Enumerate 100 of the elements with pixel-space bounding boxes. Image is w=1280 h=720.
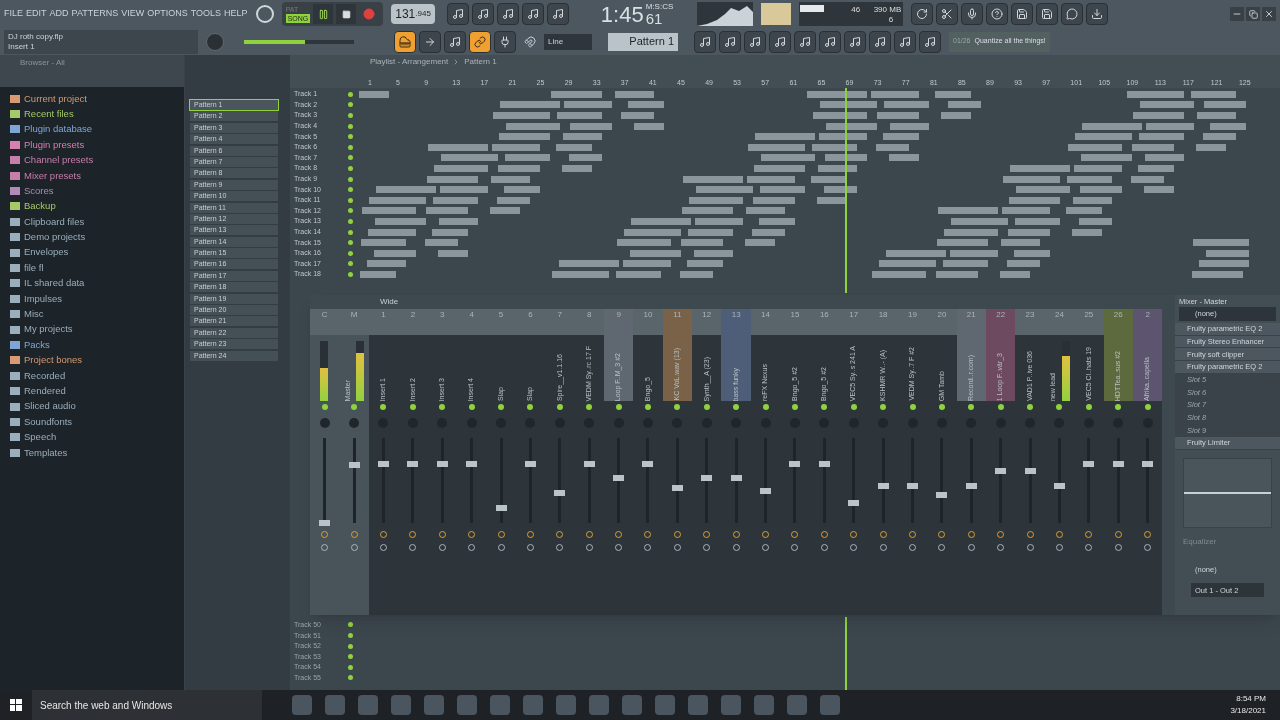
fader-handle[interactable]	[319, 520, 331, 526]
chat-icon[interactable]	[1061, 3, 1084, 25]
browser-item[interactable]: Templates	[24, 445, 68, 460]
fader-handle[interactable]	[936, 491, 948, 498]
fader-handle[interactable]	[965, 482, 977, 489]
fader-handle[interactable]	[995, 468, 1007, 475]
mixer-view-mode[interactable]: Wide	[380, 296, 399, 308]
channel-header[interactable]: 12	[692, 309, 722, 335]
track-led[interactable]	[348, 654, 353, 660]
piano-icon[interactable]	[394, 30, 416, 53]
fader-handle[interactable]	[583, 460, 595, 467]
channel-led[interactable]	[321, 404, 328, 410]
browser-item[interactable]: IL shared data	[24, 276, 85, 291]
browser-item[interactable]: Channel presets	[24, 153, 94, 168]
channel-led[interactable]	[674, 404, 681, 410]
channel-header[interactable]: 19	[897, 309, 928, 335]
fader-handle[interactable]	[466, 460, 478, 467]
fader-handle[interactable]	[554, 490, 566, 497]
channel-led[interactable]	[351, 404, 358, 410]
browser-item[interactable]: Misc	[24, 307, 44, 322]
browser-item[interactable]: Mixer presets	[24, 168, 81, 183]
scissors-icon[interactable]	[936, 3, 959, 25]
channel-led[interactable]	[1144, 404, 1151, 410]
track-led[interactable]	[348, 240, 353, 246]
channel-header[interactable]: 6	[515, 309, 546, 335]
menu-item[interactable]: EDIT	[26, 7, 47, 21]
fader-handle[interactable]	[613, 474, 625, 481]
menu-item[interactable]: TOOLS	[190, 7, 222, 21]
fader-handle[interactable]	[760, 487, 772, 494]
browser-item[interactable]: My projects	[24, 322, 73, 337]
track-led[interactable]	[348, 102, 353, 108]
browser-item[interactable]: Plugin presets	[24, 137, 85, 152]
channel-led[interactable]	[527, 404, 534, 410]
browser-item[interactable]: Rendered	[24, 384, 66, 399]
track-led[interactable]	[348, 134, 353, 140]
browser-item[interactable]: Demo projects	[24, 230, 86, 245]
track-led[interactable]	[348, 176, 353, 182]
track-led[interactable]	[348, 144, 353, 150]
fader-handle[interactable]	[789, 460, 801, 467]
track-led[interactable]	[348, 622, 353, 628]
browser-item[interactable]: Backup	[24, 199, 56, 214]
fader-handle[interactable]	[348, 462, 360, 469]
channel-header[interactable]: 20	[927, 309, 957, 335]
fader-handle[interactable]	[495, 504, 507, 511]
menu-item[interactable]: HELP	[224, 7, 248, 21]
channel-header[interactable]: 4	[456, 309, 487, 335]
fader-handle[interactable]	[1083, 460, 1095, 467]
channel-led[interactable]	[439, 404, 446, 410]
fader-handle[interactable]	[818, 460, 830, 467]
fader-handle[interactable]	[1112, 460, 1124, 467]
track-led[interactable]	[348, 165, 353, 171]
link-icon[interactable]	[469, 30, 491, 53]
microphone-icon[interactable]	[961, 3, 984, 25]
track-led[interactable]	[348, 197, 353, 203]
menu-item[interactable]: PATTERNS	[71, 7, 119, 21]
channel-led[interactable]	[762, 404, 769, 410]
browser-item[interactable]: Recent files	[24, 106, 74, 122]
browser-item[interactable]: Project bones	[24, 353, 83, 368]
track-led[interactable]	[348, 664, 353, 670]
channel-header[interactable]: 1	[368, 309, 399, 335]
pause-button[interactable]	[313, 4, 334, 24]
channel-header[interactable]: 7	[545, 309, 575, 335]
channel-header[interactable]: 2	[1132, 309, 1163, 335]
browser-item[interactable]: file fl	[24, 260, 44, 276]
fader-handle[interactable]	[701, 474, 713, 481]
fader-handle[interactable]	[436, 460, 448, 467]
channel-led[interactable]	[938, 404, 945, 410]
fader-handle[interactable]	[1053, 482, 1065, 489]
fader-handle[interactable]	[524, 460, 536, 467]
channel-header[interactable]: M	[339, 309, 369, 335]
fader-handle[interactable]	[1142, 460, 1154, 467]
master-volume-slider[interactable]	[244, 39, 354, 44]
channel-led[interactable]	[791, 404, 798, 410]
pattern-selector[interactable]: Pattern 1	[608, 32, 678, 51]
channel-header[interactable]: 8	[574, 309, 604, 335]
channel-led[interactable]	[1085, 404, 1092, 410]
channel-header[interactable]: 25	[1074, 309, 1104, 335]
save-icon[interactable]	[1036, 3, 1059, 25]
channel-led[interactable]	[703, 404, 710, 410]
fader-handle[interactable]	[377, 460, 389, 467]
track-led[interactable]	[348, 675, 353, 681]
eq-graph[interactable]	[1183, 457, 1272, 528]
channel-led[interactable]	[615, 404, 622, 410]
channel-led[interactable]	[586, 404, 593, 410]
channel-led[interactable]	[1027, 404, 1034, 410]
channel-led[interactable]	[1056, 404, 1063, 410]
channel-header[interactable]: 16	[809, 309, 840, 335]
browser-item[interactable]: Clipboard files	[24, 214, 85, 229]
channel-led[interactable]	[968, 404, 975, 410]
channel-led[interactable]	[909, 404, 916, 410]
channel-led[interactable]	[409, 404, 416, 410]
channel-header[interactable]: 23	[1015, 309, 1045, 335]
browser-item[interactable]: Envelopes	[24, 245, 69, 260]
channel-led[interactable]	[1115, 404, 1122, 410]
track-led[interactable]	[348, 633, 353, 639]
channel-led[interactable]	[468, 404, 475, 410]
track-led[interactable]	[348, 113, 353, 118]
browser-item[interactable]: Impulses	[24, 291, 62, 306]
channel-header[interactable]: 13	[721, 309, 751, 335]
channel-header[interactable]: 17	[839, 309, 869, 335]
